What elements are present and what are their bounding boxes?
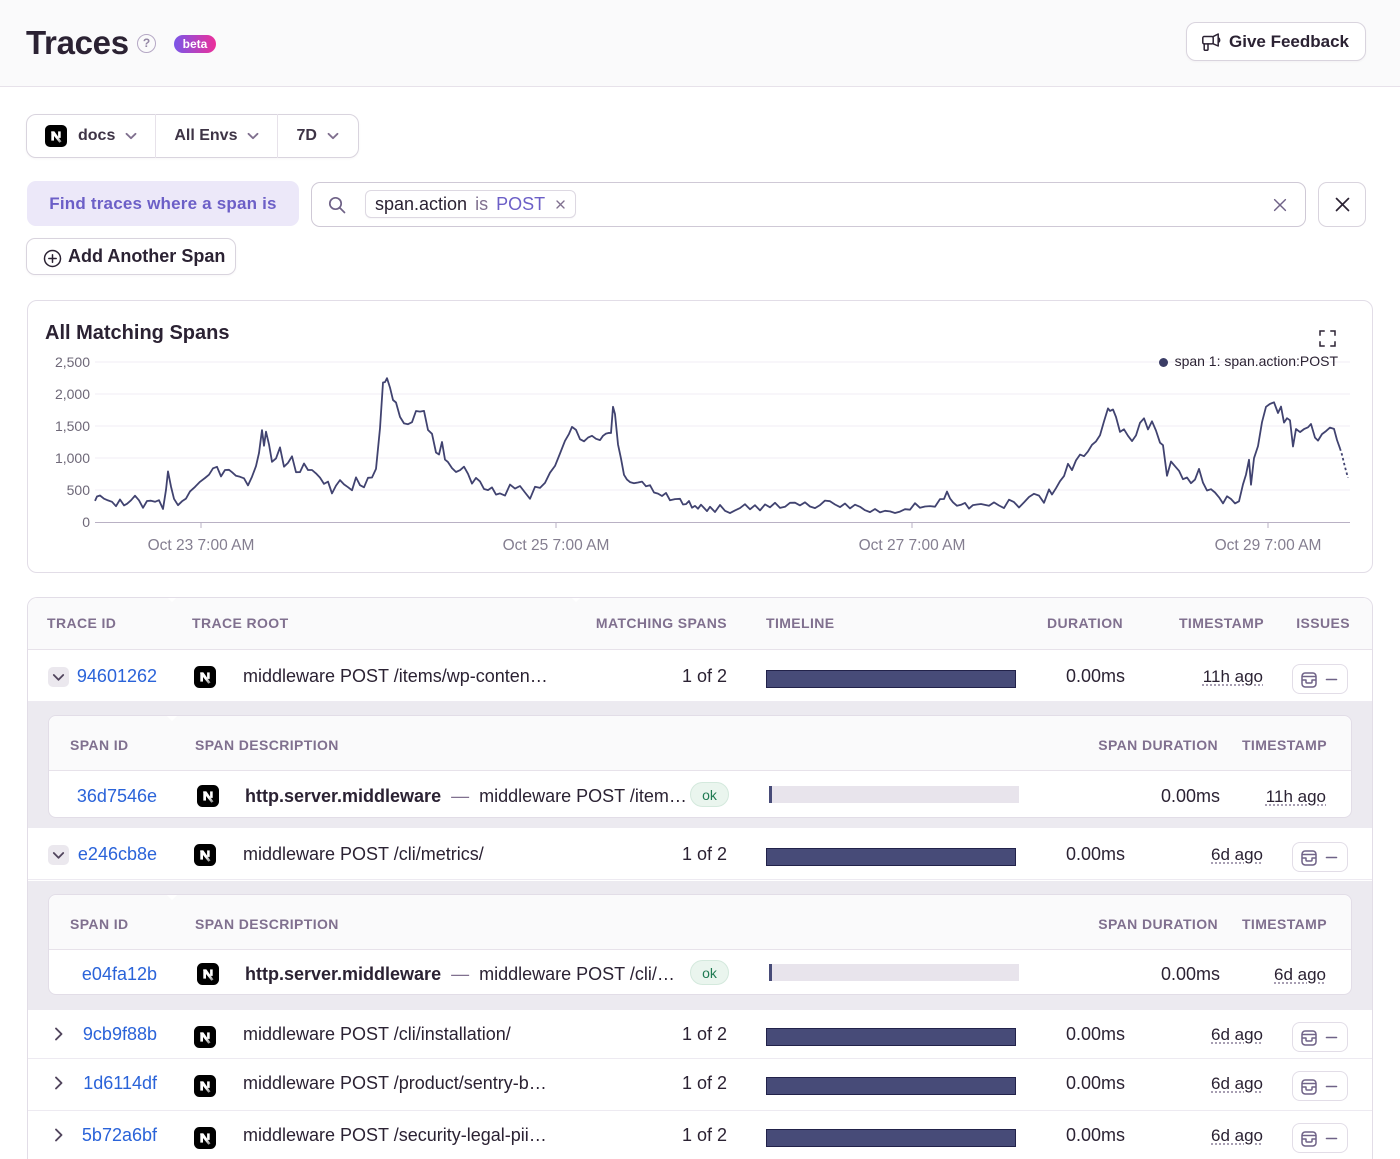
svg-text:1,500: 1,500	[55, 418, 90, 434]
svg-text:1,000: 1,000	[55, 450, 90, 466]
svg-text:Oct 29 7:00 AM: Oct 29 7:00 AM	[1215, 537, 1322, 554]
svg-text:2,500: 2,500	[55, 354, 90, 370]
svg-text:500: 500	[67, 482, 91, 498]
svg-text:Oct 25 7:00 AM: Oct 25 7:00 AM	[503, 537, 610, 554]
svg-text:Oct 23 7:00 AM: Oct 23 7:00 AM	[148, 537, 255, 554]
svg-text:Oct 27 7:00 AM: Oct 27 7:00 AM	[859, 537, 966, 554]
svg-text:0: 0	[82, 514, 90, 530]
svg-text:2,000: 2,000	[55, 386, 90, 402]
